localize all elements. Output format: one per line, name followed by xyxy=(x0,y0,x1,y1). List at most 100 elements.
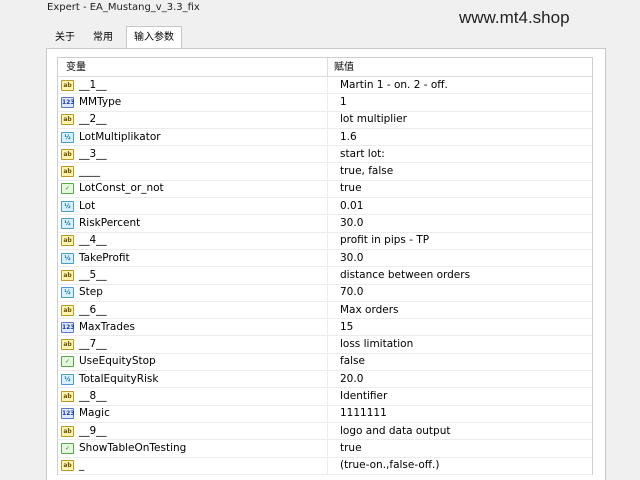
value-cell[interactable]: Identifier xyxy=(328,388,592,405)
double-type-icon: ½ xyxy=(61,218,74,230)
table-row[interactable]: ½ RiskPercent 30.0 xyxy=(58,215,592,233)
value-cell[interactable]: 0.01 xyxy=(328,198,592,215)
string-type-icon: ab xyxy=(61,269,74,281)
variable-name: ShowTableOnTesting xyxy=(79,441,187,454)
variable-name: RiskPercent xyxy=(79,217,141,230)
table-row[interactable]: ½ LotMultiplikator 1.6 xyxy=(58,128,592,147)
variable-name: TakeProfit xyxy=(79,251,130,264)
variable-name: __7__ xyxy=(79,338,107,351)
table-row[interactable]: ab __1__ Martin 1 - on. 2 - off. xyxy=(58,77,592,95)
table-row[interactable]: ab __7__ loss limitation xyxy=(58,336,592,354)
variable-name: _ xyxy=(79,459,85,472)
value-cell[interactable]: 1111111 xyxy=(328,405,592,422)
value-cell[interactable]: Max orders xyxy=(328,302,592,319)
table-row[interactable]: ✓ UseEquityStop false xyxy=(58,353,592,372)
value-cell[interactable]: true xyxy=(328,180,592,197)
table-row[interactable]: ab __5__ distance between orders xyxy=(58,267,592,285)
value-cell[interactable]: 1 xyxy=(328,94,592,111)
tab-common[interactable]: 常用 xyxy=(88,28,118,48)
variable-name: LotConst_or_not xyxy=(79,182,164,195)
table-row[interactable]: 123 MMType 1 xyxy=(58,94,592,112)
variable-cell: ab __3__ xyxy=(58,146,328,163)
value-cell[interactable]: logo and data output xyxy=(328,423,592,440)
value-cell[interactable]: profit in pips - TP xyxy=(328,232,592,249)
table-row[interactable]: 123 MaxTrades 15 xyxy=(58,319,592,337)
table-row[interactable]: ab __3__ start lot: xyxy=(58,146,592,164)
value-cell[interactable]: false xyxy=(328,353,592,370)
table-row[interactable]: ✓ LotConst_or_not true xyxy=(58,180,592,199)
table-row[interactable]: ab __4__ profit in pips - TP xyxy=(58,232,592,250)
variable-name: MMType xyxy=(79,95,122,108)
string-type-icon: ab xyxy=(61,460,74,472)
string-type-icon: ab xyxy=(61,148,74,160)
value-cell[interactable]: 30.0 xyxy=(328,215,592,232)
value-cell[interactable]: 30.0 xyxy=(328,250,592,267)
value-cell[interactable]: true xyxy=(328,440,592,457)
value-cell[interactable]: 15 xyxy=(328,319,592,336)
variable-cell: ✓ UseEquityStop xyxy=(58,353,328,371)
variable-cell: ½ Step xyxy=(58,284,328,301)
double-type-icon: ½ xyxy=(61,252,74,264)
string-type-icon: ab xyxy=(61,114,74,126)
string-type-icon: ab xyxy=(61,79,74,91)
tab-inputs[interactable]: 输入参数 xyxy=(126,26,182,49)
variable-cell: ab __6__ xyxy=(58,301,328,319)
variable-cell: ½ TakeProfit xyxy=(58,249,328,267)
value-cell[interactable]: loss limitation xyxy=(328,336,592,353)
value-cell[interactable]: Martin 1 - on. 2 - off. xyxy=(328,77,592,94)
variable-name: __3__ xyxy=(79,147,107,160)
table-row[interactable]: ½ Step 70.0 xyxy=(58,284,592,302)
table-row[interactable]: ½ TakeProfit 30.0 xyxy=(58,249,592,268)
value-cell[interactable]: start lot: xyxy=(328,146,592,163)
variable-name: Lot xyxy=(79,199,96,212)
value-cell[interactable]: 70.0 xyxy=(328,284,592,301)
integer-type-icon: 123 xyxy=(61,321,75,333)
variable-name: Step xyxy=(79,286,103,299)
value-cell[interactable]: 20.0 xyxy=(328,371,592,388)
double-type-icon: ½ xyxy=(61,200,74,212)
table-row[interactable]: ab ____ true, false xyxy=(58,163,592,181)
variable-name: __2__ xyxy=(79,113,107,126)
variable-cell: ✓ ShowTableOnTesting xyxy=(58,440,328,457)
table-row[interactable]: ab __2__ lot multiplier xyxy=(58,111,592,129)
variable-cell: ab __1__ xyxy=(58,77,328,94)
variable-name: __4__ xyxy=(79,234,107,247)
table-header: 变量 赋值 xyxy=(58,58,592,77)
table-row[interactable]: ab __8__ Identifier xyxy=(58,388,592,406)
variable-name: Magic xyxy=(79,407,110,420)
table-row[interactable]: ab __9__ logo and data output xyxy=(58,422,592,441)
table-row[interactable]: ½ Lot 0.01 xyxy=(58,198,592,216)
variable-cell: ab __5__ xyxy=(58,267,328,284)
value-cell[interactable]: distance between orders xyxy=(328,267,592,284)
table-row[interactable]: 123 Magic 1111111 xyxy=(58,405,592,423)
integer-type-icon: 123 xyxy=(61,96,75,108)
integer-type-icon: 123 xyxy=(61,408,75,420)
column-header-variable[interactable]: 变量 xyxy=(58,58,328,76)
string-type-icon: ab xyxy=(61,425,74,437)
variable-cell: ½ Lot xyxy=(58,198,328,215)
double-type-icon: ½ xyxy=(61,373,74,385)
string-type-icon: ab xyxy=(61,339,74,351)
table-row[interactable]: ½ TotalEquityRisk 20.0 xyxy=(58,371,592,389)
table-row[interactable]: ab __6__ Max orders xyxy=(58,301,592,320)
value-cell[interactable]: lot multiplier xyxy=(328,111,592,128)
tab-about[interactable]: 关于 xyxy=(50,28,80,48)
table-body: ab __1__ Martin 1 - on. 2 - off. 123 MMType… xyxy=(58,77,592,475)
variable-name: __1__ xyxy=(79,78,107,91)
column-header-value[interactable]: 赋值 xyxy=(328,58,592,76)
variable-cell: ½ TotalEquityRisk xyxy=(58,371,328,388)
table-row[interactable]: ab _ (true-on.,false-off.) xyxy=(58,457,592,475)
variable-name: MaxTrades xyxy=(79,320,135,333)
inputs-panel: 变量 赋值 ab __1__ Martin 1 - on. 2 - off. 123… xyxy=(46,48,606,480)
watermark-text: www.mt4.shop xyxy=(459,8,570,27)
value-cell[interactable]: (true-on.,false-off.) xyxy=(328,457,592,474)
value-cell[interactable]: true, false xyxy=(328,163,592,180)
double-type-icon: ½ xyxy=(61,287,74,299)
variable-cell: ab __7__ xyxy=(58,336,328,353)
variable-cell: ✓ LotConst_or_not xyxy=(58,180,328,198)
variable-name: TotalEquityRisk xyxy=(79,372,159,385)
variable-cell: ½ LotMultiplikator xyxy=(58,128,328,146)
table-row[interactable]: ✓ ShowTableOnTesting true xyxy=(58,440,592,458)
string-type-icon: ab xyxy=(61,390,74,402)
value-cell[interactable]: 1.6 xyxy=(328,129,592,146)
